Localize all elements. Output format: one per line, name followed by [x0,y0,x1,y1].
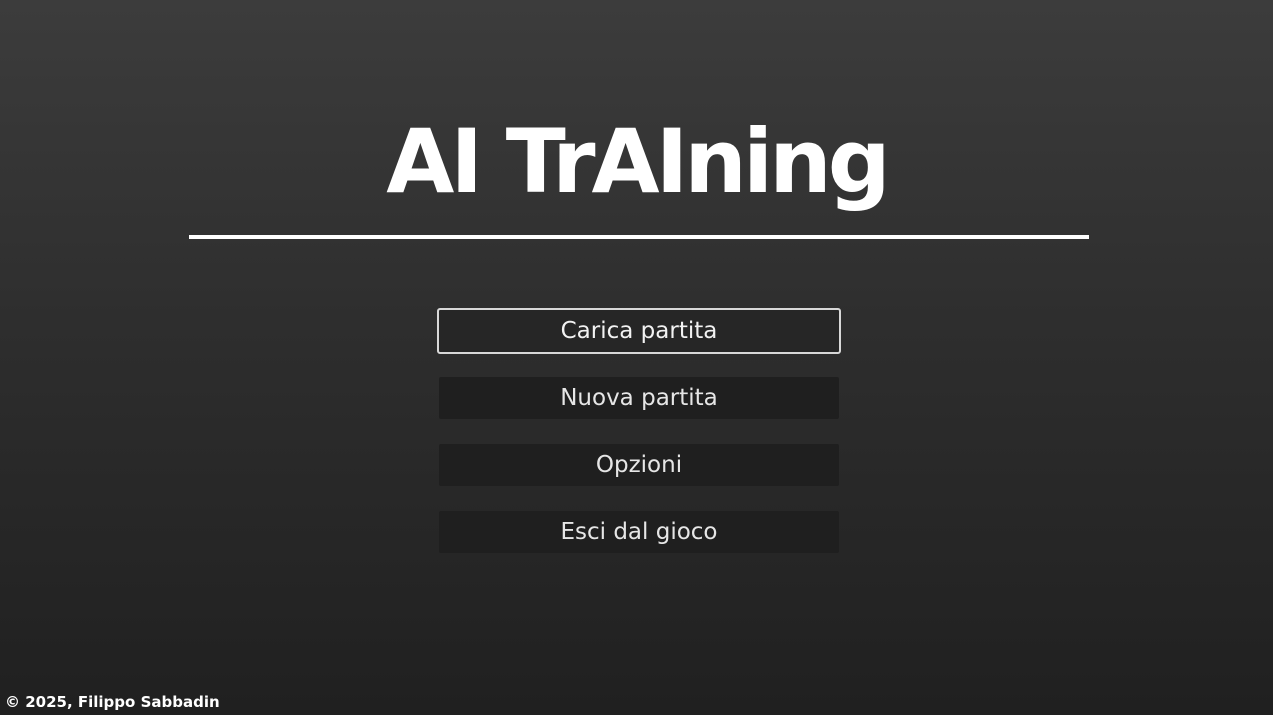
load-game-button[interactable]: Carica partita [437,308,841,354]
title-divider [189,235,1089,239]
copyright-notice: © 2025, Filippo Sabbadin [5,693,220,711]
new-game-button[interactable]: Nuova partita [439,377,839,419]
quit-game-button[interactable]: Esci dal gioco [439,511,839,553]
game-title: AI TrAIning [386,110,891,213]
options-button[interactable]: Opzioni [439,444,839,486]
